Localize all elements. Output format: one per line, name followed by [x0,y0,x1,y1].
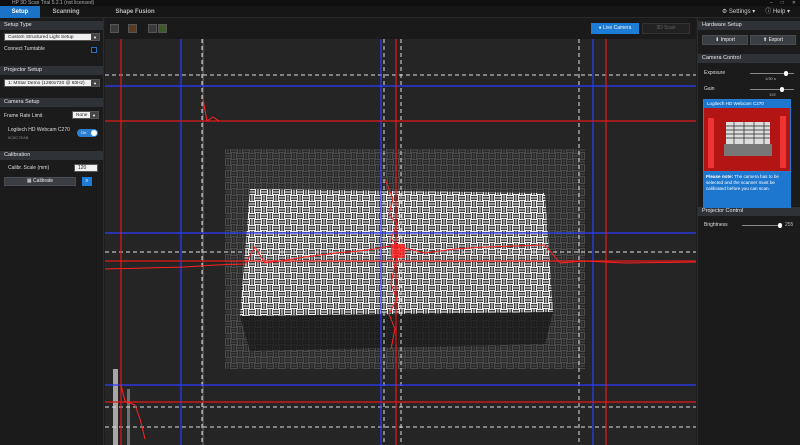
camera-name: Logitech HD Webcam C270 [8,127,70,133]
snapshot-icon[interactable] [128,24,137,33]
frame-rate-dropdown[interactable]: None ▼ [72,111,99,119]
projector-dropdown[interactable]: 1: MStar Demo (1280x720 @ 60Hz) ▼ [4,79,100,87]
calibrate-button[interactable]: ▦ Calibrate [4,177,76,186]
screenshot-icon[interactable] [148,24,157,33]
tab-scanning[interactable]: Scanning [44,6,88,18]
camera-setup-header: Camera Setup [0,98,103,107]
connect-turntable-label: Connect Turntable [4,46,45,52]
connect-turntable-checkbox[interactable] [91,47,97,53]
setup-type-header: Setup Type [0,21,103,30]
main-menubar: Setup Scanning Shape Fusion ⚙ Settings ▾… [0,6,800,18]
camera-toggle[interactable]: On [77,129,98,137]
brightness-value: 255 [785,222,794,228]
3d-scan-button[interactable]: 3D Scan [642,23,690,34]
frame-rate-label: Frame Rate Limit [4,113,43,119]
export-icon: ⬆ [762,37,768,43]
camera-viewer[interactable]: ● Live Camera 3D Scan [105,18,696,445]
export-button[interactable]: ⬆ Export [750,35,796,45]
info-icon: ≡ [85,178,89,184]
tab-shape-fusion[interactable]: Shape Fusion [110,6,160,18]
settings-menu[interactable]: ⚙ Settings ▾ [722,6,755,18]
import-button[interactable]: ⬇ Import [702,35,748,45]
exposure-slider[interactable] [750,71,794,76]
folder-icon[interactable] [158,24,167,33]
tab-setup[interactable]: Setup [0,6,40,18]
brightness-slider[interactable] [742,223,782,228]
left-panel: Setup Type Custom Structured Light Setup… [0,18,104,445]
gain-slider[interactable] [750,87,794,92]
camera-preview-label: Logitech HD Webcam C270 [704,100,790,108]
projector-control-header: Projector Control [698,207,800,216]
chevron-down-icon: ▼ [91,80,99,86]
brightness-label: Brightness [704,222,728,228]
exposure-value: 1/30 s [765,76,776,81]
chevron-down-icon: ▼ [90,112,98,118]
calibration-scale-label: Calibr. Scale (mm) [8,165,50,171]
setup-type-dropdown[interactable]: Custom Structured Light Setup ▼ [4,33,100,41]
camera-serial: 5C8C7EAB [8,135,29,140]
calibration-info-button[interactable]: ≡ [82,177,92,186]
camera-control-header: Camera Control [698,54,800,63]
live-camera-button[interactable]: ● Live Camera [591,23,639,34]
viewer-toolbar: ● Live Camera 3D Scan [105,18,696,39]
calibration-scale-input[interactable]: 120 [74,164,98,172]
camera-note: Please note: The camera has to be select… [703,172,791,208]
camera-preview-image [704,108,790,171]
gear-icon: ⚙ [721,9,728,15]
calibrate-icon: ▦ [26,178,32,184]
expand-view-icon[interactable] [110,24,119,33]
camera-feed [105,39,696,445]
help-menu[interactable]: ⓘ Help ▾ [765,6,790,18]
brightness-slider-thumb[interactable] [778,223,782,228]
exposure-label: Exposure [704,70,726,76]
note-title: Please note: [706,174,734,179]
gain-label: Gain [704,86,715,92]
calibration-header: Calibration [0,151,103,160]
gain-value: 192 [769,92,776,97]
hardware-setup-header: Hardware Setup [698,21,800,30]
camera-icon: ● [598,25,602,31]
right-panel: Hardware Setup ⬇ Import ⬆ Export Camera … [697,18,800,445]
chevron-down-icon: ▼ [91,34,99,40]
gain-slider-thumb[interactable] [780,87,784,92]
camera-preview: Logitech HD Webcam C270 [703,99,791,172]
exposure-slider-thumb[interactable] [784,71,788,76]
import-icon: ⬇ [715,37,720,43]
projector-setup-header: Projector Setup [0,66,103,75]
help-icon: ⓘ [765,9,772,15]
